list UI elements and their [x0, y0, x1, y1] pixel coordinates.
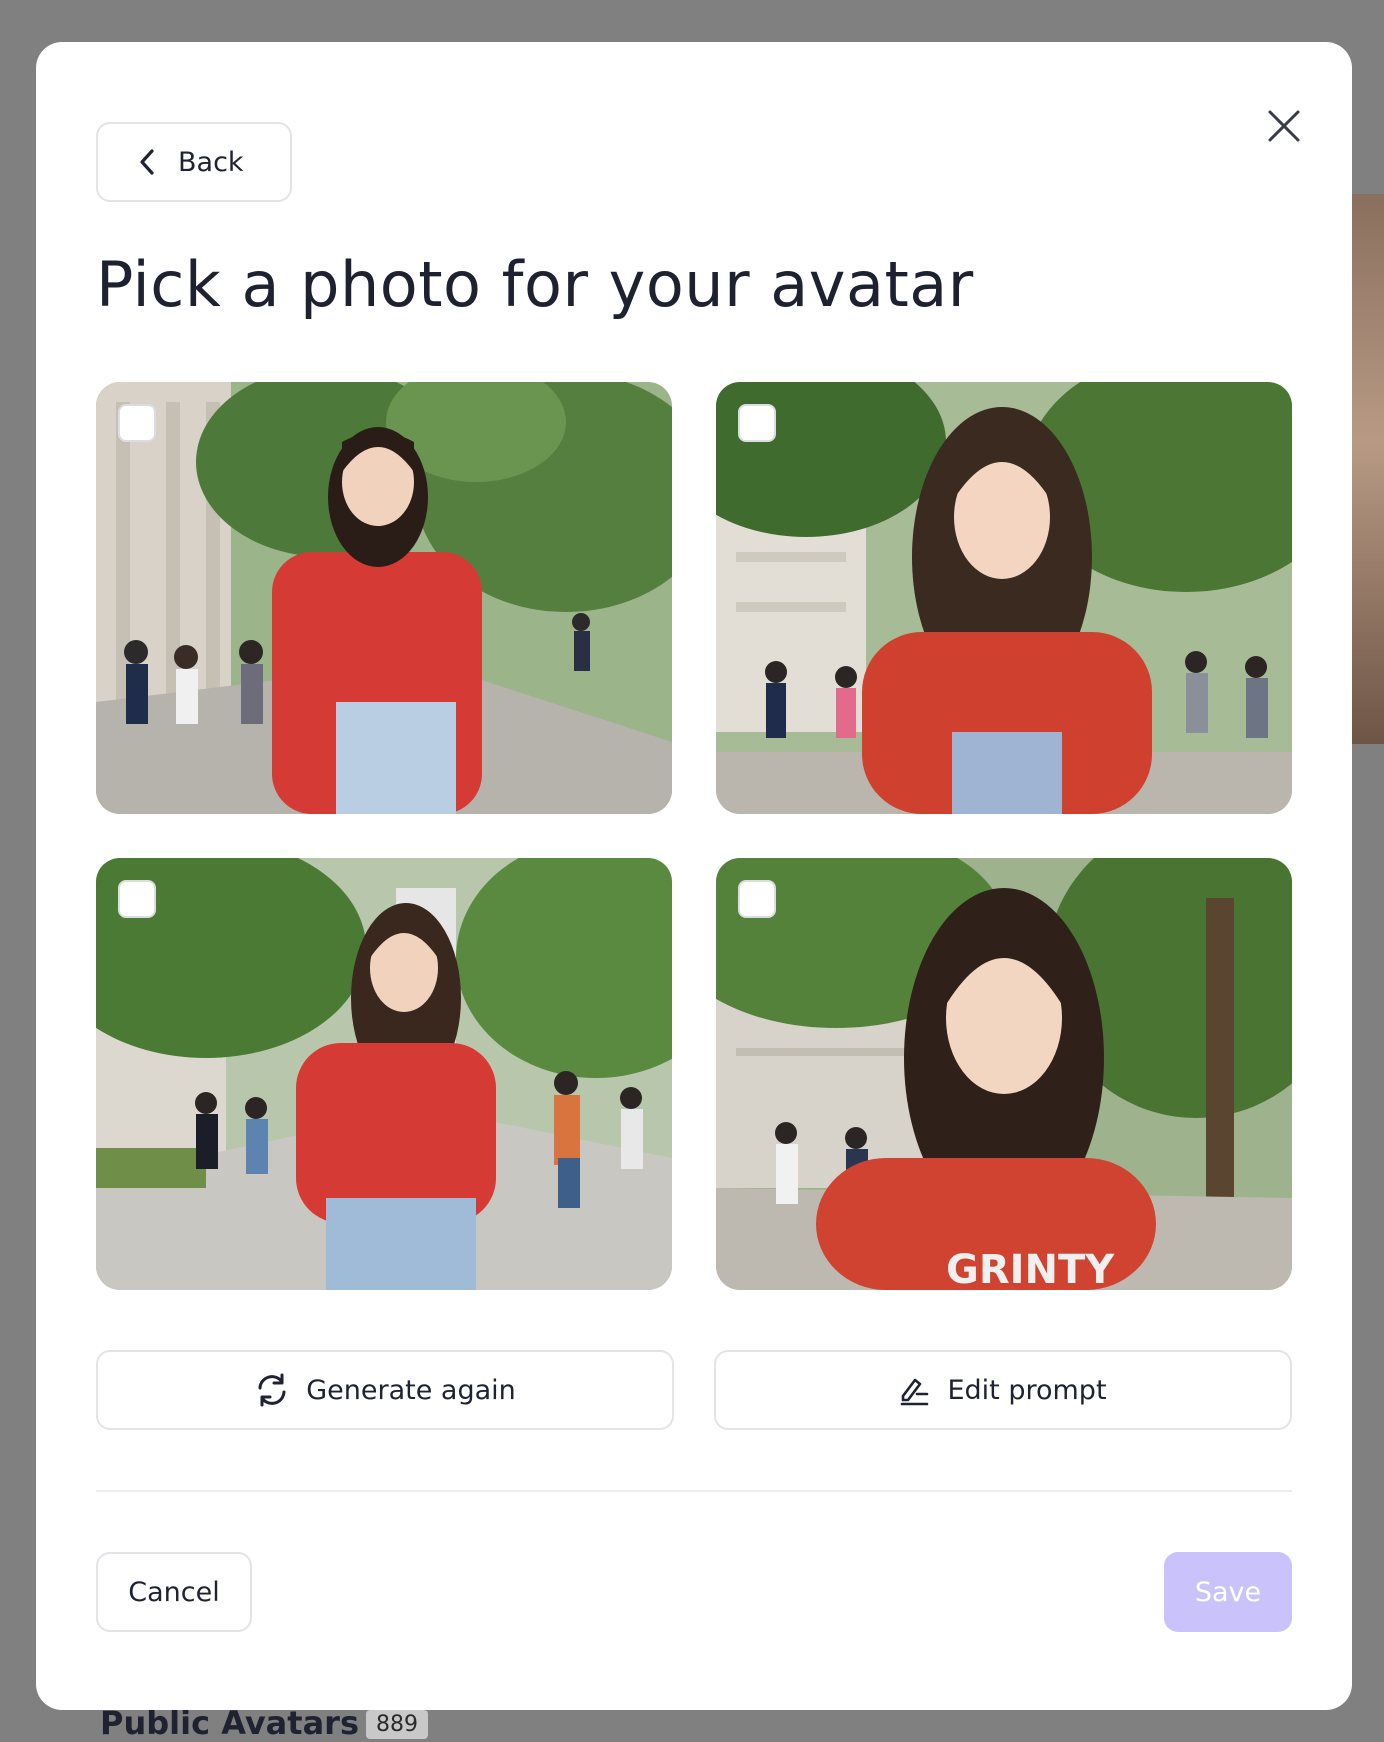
generate-again-button[interactable]: Generate again: [96, 1350, 674, 1430]
avatar-photo-image: GRINTY: [716, 858, 1292, 1290]
footer-divider: [96, 1490, 1292, 1492]
background-avatar-image: [1352, 194, 1384, 744]
edit-prompt-icon: [901, 1378, 929, 1406]
save-button[interactable]: Save: [1164, 1552, 1292, 1632]
photo-2-checkbox[interactable]: [738, 404, 776, 442]
pick-photo-modal: Back Pick a photo for your avatar GRINTY…: [36, 42, 1352, 1710]
close-button[interactable]: [1256, 98, 1312, 154]
generate-again-label: Generate again: [306, 1374, 516, 1406]
modal-title: Pick a photo for your avatar: [96, 248, 974, 321]
close-icon: [1268, 110, 1300, 142]
avatar-photo-option-4[interactable]: GRINTY: [716, 858, 1292, 1290]
avatar-photo-image: [96, 858, 672, 1290]
photo-1-checkbox[interactable]: [118, 404, 156, 442]
avatar-photo-option-1[interactable]: [96, 382, 672, 814]
svg-text:GRINTY: GRINTY: [946, 1247, 1115, 1290]
back-label: Back: [178, 146, 244, 178]
cancel-button[interactable]: Cancel: [96, 1552, 252, 1632]
back-button[interactable]: Back: [96, 122, 292, 202]
avatar-photo-image: [716, 382, 1292, 814]
avatar-photo-image: [96, 382, 672, 814]
photo-3-checkbox[interactable]: [118, 880, 156, 918]
avatar-photo-option-2[interactable]: [716, 382, 1292, 814]
public-avatars-count-badge: 889: [366, 1710, 428, 1739]
photo-4-checkbox[interactable]: [738, 880, 776, 918]
chevron-left-icon: [140, 149, 154, 175]
edit-prompt-button[interactable]: Edit prompt: [714, 1350, 1292, 1430]
avatar-photo-option-3[interactable]: [96, 858, 672, 1290]
edit-prompt-label: Edit prompt: [947, 1374, 1107, 1406]
refresh-icon: [258, 1373, 286, 1407]
